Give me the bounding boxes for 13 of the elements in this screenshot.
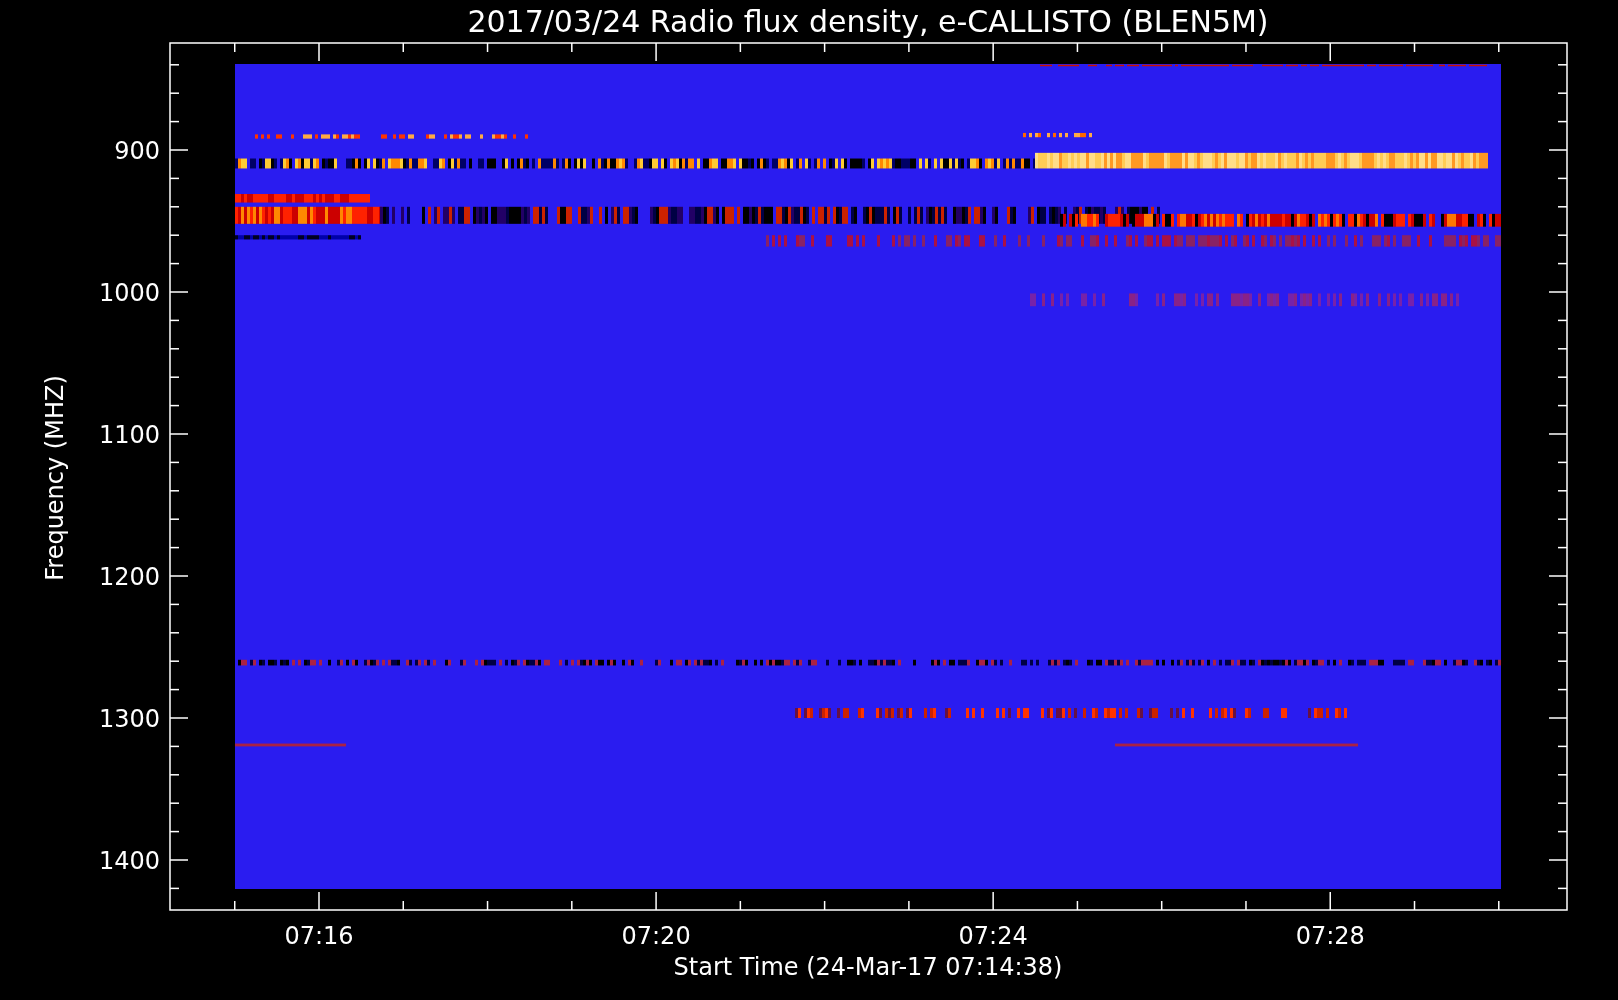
x-tick-label: 07:28 (1295, 922, 1365, 950)
x-tick-label: 07:20 (621, 922, 691, 950)
y-tick-label: 1000 (98, 279, 160, 307)
x-tick-label: 07:24 (958, 922, 1028, 950)
y-axis-title: Frequency (MHZ) (41, 375, 69, 581)
x-tick-label: 07:16 (284, 922, 354, 950)
y-tick-label: 1100 (98, 421, 160, 449)
y-tick-label: 900 (114, 137, 160, 165)
y-tick-label: 1200 (98, 563, 160, 591)
y-tick-label: 1300 (98, 705, 160, 733)
y-tick-label: 1400 (98, 847, 160, 875)
chart-title: 2017/03/24 Radio flux density, e-CALLISTO (BLEN5M) (467, 4, 1269, 39)
x-axis-title: Start Time (24-Mar-17 07:14:38) (673, 953, 1063, 981)
